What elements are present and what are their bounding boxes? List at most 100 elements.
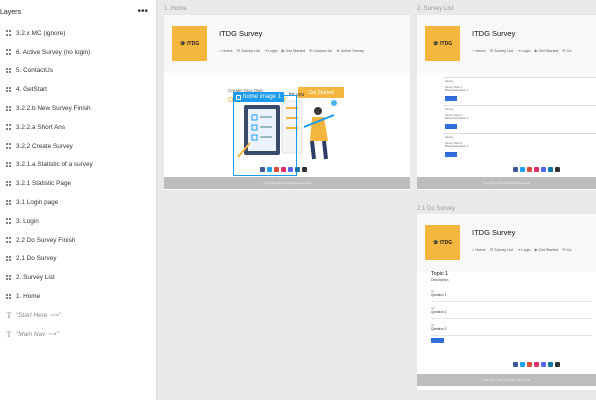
survey-item-description: Survey Topic 1 Brown Description 1 [445, 86, 468, 92]
layer-item[interactable]: 2.1 Do Survey [0, 250, 156, 269]
social-icon[interactable] [302, 167, 307, 172]
layer-item[interactable]: T "Start Here ⟶" [0, 306, 156, 325]
take-survey-button[interactable] [445, 152, 457, 157]
nav-item[interactable]: ▶ Get Started [535, 48, 559, 53]
layer-label: "Main Nav ⟶" [16, 331, 59, 339]
nav-item[interactable]: ★ Active Survey [336, 48, 364, 53]
social-icon[interactable] [513, 167, 518, 172]
nav-label: Active Survey [340, 48, 365, 53]
social-icon[interactable] [527, 362, 532, 367]
survey-item-description: Survey Topic 2 Brown Description 2 [445, 114, 468, 120]
layer-label: 4. GetStart [16, 86, 47, 94]
nav-item[interactable]: ⌂ Home [472, 48, 486, 53]
layer-list: 3.2.x MC (ignore) 6. Active Survey (no lo… [0, 24, 156, 344]
survey-list-item[interactable]: Survey Survey Topic 3 Brown Description 3 [443, 133, 596, 159]
frame-grid-icon [2, 274, 16, 281]
canvas[interactable]: 1. Home 🎓 ITDG ITDG Survey ⌂ Home ☰ Survey L… [158, 0, 596, 400]
social-icon[interactable] [520, 362, 525, 367]
frame-label-survey-list[interactable]: 2. Survey List [417, 6, 453, 12]
frame-grid-icon [2, 105, 16, 112]
social-icon[interactable] [534, 167, 539, 172]
nav-item[interactable]: ⇥ Login [517, 247, 531, 252]
layer-item[interactable]: 5. ContactUs [0, 62, 156, 81]
site-logo: 🎓 ITDG [172, 26, 207, 61]
nav-item[interactable]: ✉ Co [562, 247, 571, 252]
layer-item[interactable]: 2.2 Do Survey Finish [0, 231, 156, 250]
layer-item[interactable]: 3.2.1 Statistic Page [0, 174, 156, 193]
take-survey-button[interactable] [445, 96, 457, 101]
nav-item[interactable]: ⌂ Home [472, 247, 486, 252]
nav-item[interactable]: ☰ Survey List [237, 48, 260, 53]
take-survey-button[interactable] [445, 124, 457, 129]
site-footer: Copyright 2021 All Rights Reserved [417, 374, 596, 386]
social-icon[interactable] [281, 167, 286, 172]
frame-label-do-survey[interactable]: 2.1 Do Survey [417, 206, 455, 212]
layer-item[interactable]: 3.2.1.a Statistic of a survey [0, 156, 156, 175]
site-logo: 🎓 ITDG [425, 225, 460, 260]
answer-field[interactable] [431, 335, 592, 336]
social-icon[interactable] [288, 167, 293, 172]
frame-label-home[interactable]: 1. Home [164, 6, 187, 12]
more-options-icon[interactable]: ••• [137, 7, 148, 17]
graduation-cap-icon: 🎓 [179, 40, 187, 47]
social-icons [513, 167, 560, 172]
nav-item[interactable]: ⇥ Login [264, 48, 278, 53]
social-icon[interactable] [555, 362, 560, 367]
layer-item[interactable]: 4. GetStart [0, 80, 156, 99]
layer-item[interactable]: 3. Login [0, 212, 156, 231]
layer-item[interactable]: 1. Home [0, 287, 156, 306]
survey-list-item[interactable]: Survey Survey Topic 1 Brown Description 1 [443, 77, 596, 103]
frame-home[interactable]: 🎓 ITDG ITDG Survey ⌂ Home ☰ Survey List ⇥ Logi… [164, 15, 410, 190]
submit-button[interactable] [431, 338, 444, 343]
social-icon[interactable] [267, 167, 272, 172]
social-icon[interactable] [534, 362, 539, 367]
nav-label: Get Started [285, 48, 306, 53]
social-icon[interactable] [295, 167, 300, 172]
survey-item-title: Survey [445, 80, 454, 83]
site-footer: Copyright 2021 All Rights Reserved [164, 177, 410, 189]
layer-item[interactable]: 3.2.x MC (ignore) [0, 24, 156, 43]
layer-item[interactable]: 3.2.2.a Short Ans [0, 118, 156, 137]
nav-item[interactable]: ⇥ Login [517, 48, 531, 53]
frame-do-survey[interactable]: 🎓 ITDG ITDG Survey ⌂ Home ☰ Survey List ⇥ Logi… [417, 214, 596, 390]
survey-description: Description [431, 278, 449, 282]
layers-panel: Layers ••• 3.2.x MC (ignore) 6. Active Su… [0, 0, 157, 400]
social-icon[interactable] [548, 167, 553, 172]
survey-list-item[interactable]: Survey Survey Topic 2 Brown Description 2 [443, 105, 596, 131]
answer-field[interactable] [431, 301, 592, 302]
nav-icon: ⌂ [219, 48, 222, 53]
frame-grid-icon [2, 124, 16, 130]
layer-item[interactable]: 3.2.2 Create Survey [0, 137, 156, 156]
nav-item[interactable]: ▶ Get Started [535, 247, 559, 252]
nav-item[interactable]: ☰ Survey List [490, 247, 513, 252]
layer-item[interactable]: 3.1 Login page [0, 193, 156, 212]
frame-grid-icon [2, 293, 16, 300]
nav-item[interactable]: ☰ Survey List [490, 48, 513, 53]
site-title: ITDG Survey [472, 29, 516, 38]
social-icon[interactable] [513, 362, 518, 367]
answer-field[interactable] [431, 318, 592, 319]
social-icon[interactable] [555, 167, 560, 172]
nav-item[interactable]: ⌂ Home [219, 48, 233, 53]
social-icon[interactable] [548, 362, 553, 367]
frame-grid-icon [2, 67, 16, 74]
layer-item[interactable]: 3.2.2.b New Survey Finish [0, 99, 156, 118]
question-label: Question 3 [431, 327, 447, 331]
layers-title: Layers [0, 8, 22, 16]
nav-item[interactable]: ✉ Co [562, 48, 571, 53]
social-icon[interactable] [274, 167, 279, 172]
social-icon[interactable] [541, 167, 546, 172]
social-icon[interactable] [527, 167, 532, 172]
survey-item-title: Survey [445, 136, 454, 139]
social-icon[interactable] [541, 362, 546, 367]
layer-label: 3.2.1.a Statistic of a survey [16, 161, 93, 169]
layer-item[interactable]: 2. Survey List [0, 268, 156, 287]
nav-item[interactable]: ✉ Contact Us [309, 48, 332, 53]
layer-item[interactable]: 6. Active Survey (no login) [0, 43, 156, 62]
nav-item[interactable]: ▶ Get Started [282, 48, 306, 53]
layer-item[interactable]: T "Main Nav ⟶" [0, 325, 156, 344]
frame-survey-list[interactable]: 🎓 ITDG ITDG Survey ⌂ Home ☰ Survey List ⇥ Logi… [417, 15, 596, 190]
social-icon[interactable] [520, 167, 525, 172]
social-icon[interactable] [260, 167, 265, 172]
selection-tag[interactable]: home image 1 [233, 92, 285, 102]
